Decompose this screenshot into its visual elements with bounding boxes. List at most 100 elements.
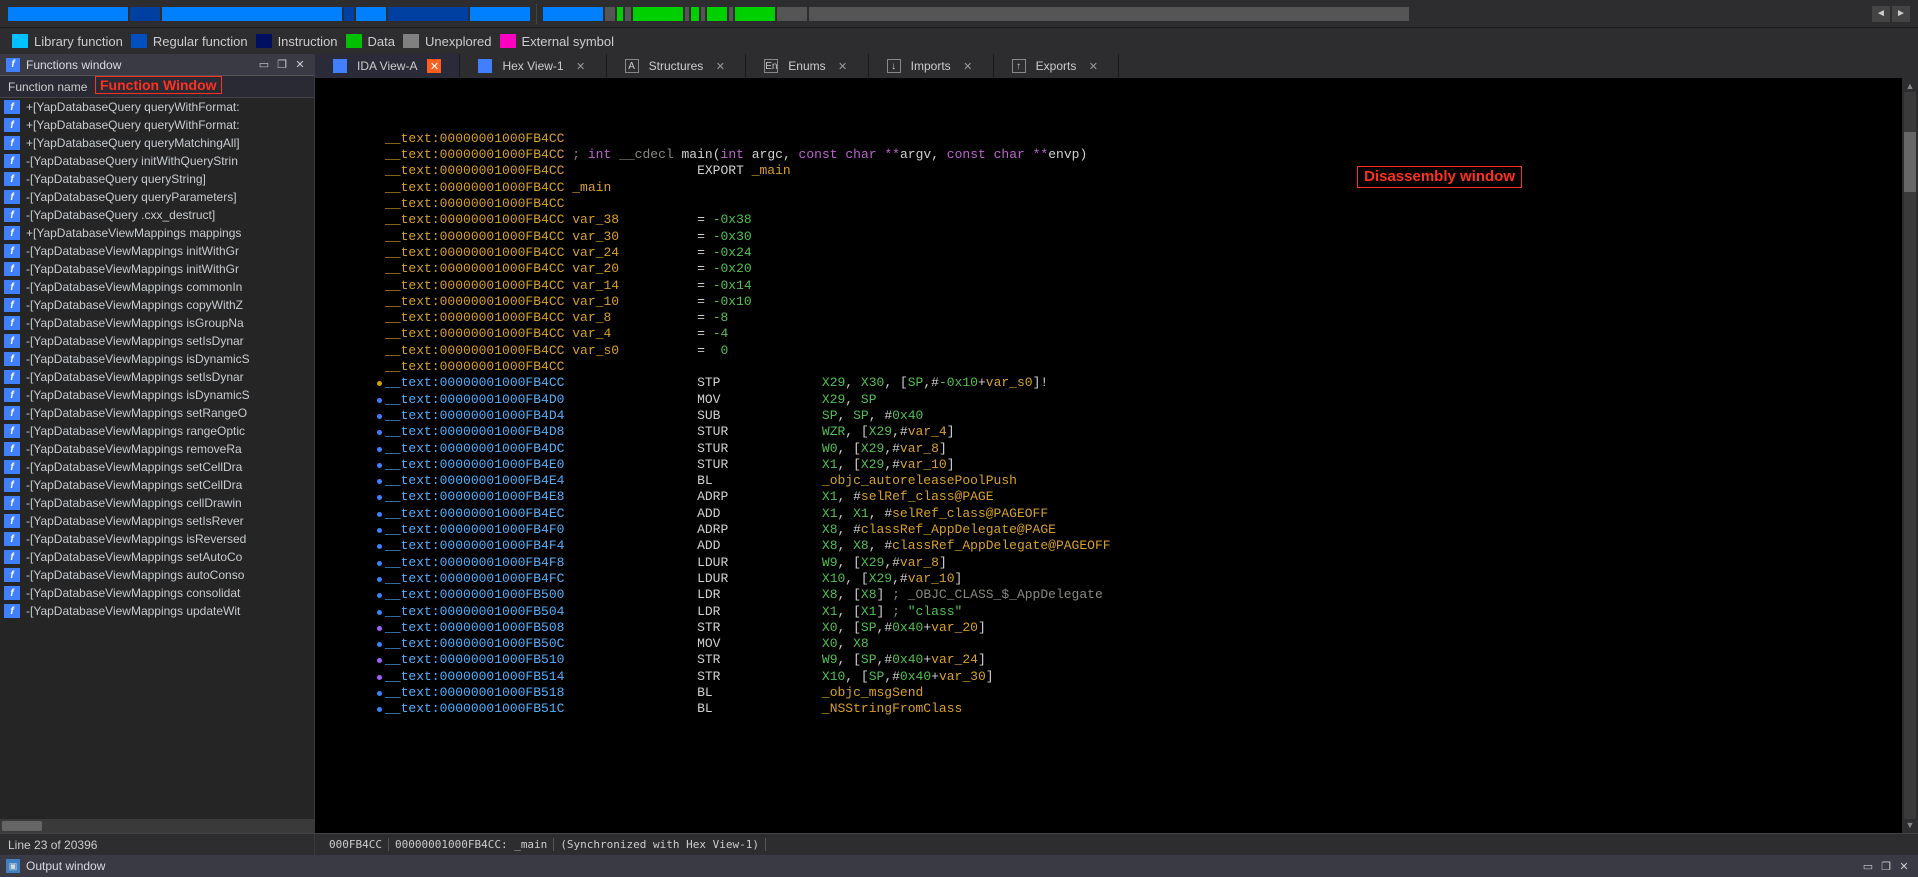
close-icon[interactable]: ✕ bbox=[713, 59, 727, 73]
function-row[interactable]: f-[YapDatabaseViewMappings removeRa bbox=[0, 440, 314, 458]
function-row[interactable]: f-[YapDatabaseViewMappings initWithGr bbox=[0, 242, 314, 260]
function-row[interactable]: f-[YapDatabaseViewMappings initWithGr bbox=[0, 260, 314, 278]
disasm-line[interactable]: __text:00000001000FB4CC var_8 = -8 bbox=[315, 310, 1902, 326]
disasm-line[interactable]: __text:00000001000FB4D8 STUR WZR, [X29,#… bbox=[315, 424, 1902, 440]
disasm-line[interactable]: __text:00000001000FB4CC var_20 = -0x20 bbox=[315, 261, 1902, 277]
tab-icon: En bbox=[764, 59, 778, 73]
close-icon[interactable]: ✕ bbox=[427, 59, 441, 73]
tab-icon bbox=[333, 59, 347, 73]
minimize-btn[interactable]: ▭ bbox=[256, 57, 272, 73]
disasm-line[interactable]: __text:00000001000FB4CC _main bbox=[315, 180, 1902, 196]
disasm-line[interactable]: __text:00000001000FB50C MOV X0, X8 bbox=[315, 636, 1902, 652]
function-row[interactable]: f-[YapDatabaseViewMappings isDynamicS bbox=[0, 386, 314, 404]
function-row[interactable]: f-[YapDatabaseViewMappings cellDrawin bbox=[0, 494, 314, 512]
close-icon[interactable]: ✕ bbox=[1086, 59, 1100, 73]
function-row[interactable]: f-[YapDatabaseViewMappings setIsDynar bbox=[0, 368, 314, 386]
disasm-line[interactable]: __text:00000001000FB4E4 BL _objc_autorel… bbox=[315, 473, 1902, 489]
function-row[interactable]: f-[YapDatabaseViewMappings setIsRever bbox=[0, 512, 314, 530]
disasm-line[interactable]: __text:00000001000FB4EC ADD X1, X1, #sel… bbox=[315, 506, 1902, 522]
disasm-line[interactable]: __text:00000001000FB4F4 ADD X8, X8, #cla… bbox=[315, 538, 1902, 554]
navigation-overview-bar[interactable]: ◄ ► bbox=[0, 0, 1918, 28]
restore-btn[interactable]: ❐ bbox=[274, 57, 290, 73]
function-row[interactable]: f-[YapDatabaseViewMappings setAutoCo bbox=[0, 548, 314, 566]
close-icon[interactable]: ✕ bbox=[574, 59, 588, 73]
disasm-line[interactable]: __text:00000001000FB4D4 SUB SP, SP, #0x4… bbox=[315, 408, 1902, 424]
vertical-scrollbar[interactable]: ▲ ▼ bbox=[1902, 78, 1918, 833]
disasm-line[interactable]: __text:00000001000FB4CC var_24 = -0x24 bbox=[315, 245, 1902, 261]
disasm-line[interactable]: __text:00000001000FB4CC var_s0 = 0 bbox=[315, 343, 1902, 359]
disasm-line[interactable]: __text:00000001000FB4CC EXPORT _main bbox=[315, 163, 1902, 179]
function-row[interactable]: f+[YapDatabaseQuery queryWithFormat: bbox=[0, 116, 314, 134]
disasm-line[interactable]: __text:00000001000FB4CC bbox=[315, 196, 1902, 212]
disasm-line[interactable]: __text:00000001000FB4D0 MOV X29, SP bbox=[315, 392, 1902, 408]
scroll-up-icon[interactable]: ▲ bbox=[1904, 80, 1916, 92]
disasm-line[interactable]: __text:00000001000FB4CC var_30 = -0x30 bbox=[315, 229, 1902, 245]
function-row[interactable]: f-[YapDatabaseViewMappings setRangeO bbox=[0, 404, 314, 422]
function-row[interactable]: f+[YapDatabaseQuery queryWithFormat: bbox=[0, 98, 314, 116]
tab-hex-view-1[interactable]: Hex View-1✕ bbox=[460, 54, 606, 78]
output-panel-header[interactable]: ▣ Output window ▭ ❐ ✕ bbox=[0, 855, 1918, 877]
disasm-line[interactable]: __text:00000001000FB514 STR X10, [SP,#0x… bbox=[315, 669, 1902, 685]
disasm-line[interactable]: __text:00000001000FB508 STR X0, [SP,#0x4… bbox=[315, 620, 1902, 636]
out-close-btn[interactable]: ✕ bbox=[1896, 858, 1912, 874]
disasm-line[interactable]: __text:00000001000FB4CC bbox=[315, 359, 1902, 375]
disasm-line[interactable]: __text:00000001000FB4CC var_38 = -0x38 bbox=[315, 212, 1902, 228]
function-row[interactable]: f-[YapDatabaseViewMappings commonIn bbox=[0, 278, 314, 296]
disasm-line[interactable]: __text:00000001000FB4CC STP X29, X30, [S… bbox=[315, 375, 1902, 391]
function-row[interactable]: f-[YapDatabaseViewMappings isReversed bbox=[0, 530, 314, 548]
function-row[interactable]: f+[YapDatabaseViewMappings mappings bbox=[0, 224, 314, 242]
disassembly-view[interactable]: Disassembly window __text:00000001000FB4… bbox=[315, 78, 1902, 833]
close-icon[interactable]: ✕ bbox=[836, 59, 850, 73]
functions-list[interactable]: f+[YapDatabaseQuery queryWithFormat:f+[Y… bbox=[0, 98, 314, 819]
function-row[interactable]: f-[YapDatabaseQuery initWithQueryStrin bbox=[0, 152, 314, 170]
close-btn[interactable]: ✕ bbox=[292, 57, 308, 73]
disasm-line[interactable]: __text:00000001000FB500 LDR X8, [X8] ; _… bbox=[315, 587, 1902, 603]
disasm-line[interactable]: __text:00000001000FB4E8 ADRP X1, #selRef… bbox=[315, 489, 1902, 505]
disasm-line[interactable]: __text:00000001000FB4CC ; int __cdecl ma… bbox=[315, 147, 1902, 163]
scroll-down-icon[interactable]: ▼ bbox=[1904, 819, 1916, 831]
disasm-line[interactable]: __text:00000001000FB51C BL _NSStringFrom… bbox=[315, 701, 1902, 717]
function-row[interactable]: f-[YapDatabaseViewMappings setCellDra bbox=[0, 458, 314, 476]
disasm-line[interactable]: __text:00000001000FB4CC bbox=[315, 131, 1902, 147]
function-row[interactable]: f+[YapDatabaseQuery queryMatchingAll] bbox=[0, 134, 314, 152]
disasm-line[interactable]: __text:00000001000FB4F0 ADRP X8, #classR… bbox=[315, 522, 1902, 538]
function-icon: f bbox=[4, 334, 20, 348]
disasm-line[interactable]: __text:00000001000FB4CC var_4 = -4 bbox=[315, 326, 1902, 342]
horizontal-scrollbar[interactable] bbox=[0, 819, 314, 833]
disasm-line[interactable]: __text:00000001000FB4CC var_14 = -0x14 bbox=[315, 278, 1902, 294]
functions-panel-header[interactable]: f Functions window ▭ ❐ ✕ bbox=[0, 54, 314, 76]
column-header[interactable]: Function name Function Window bbox=[0, 76, 314, 98]
tab-structures[interactable]: AStructures✕ bbox=[607, 54, 747, 78]
function-row[interactable]: f-[YapDatabaseViewMappings isDynamicS bbox=[0, 350, 314, 368]
disasm-line[interactable]: __text:00000001000FB504 LDR X1, [X1] ; "… bbox=[315, 604, 1902, 620]
tab-imports[interactable]: ↓Imports✕ bbox=[869, 54, 994, 78]
function-row[interactable]: f-[YapDatabaseQuery queryString] bbox=[0, 170, 314, 188]
function-row[interactable]: f-[YapDatabaseQuery .cxx_destruct] bbox=[0, 206, 314, 224]
function-row[interactable]: f-[YapDatabaseViewMappings copyWithZ bbox=[0, 296, 314, 314]
tab-ida-view-a[interactable]: IDA View-A✕ bbox=[315, 54, 460, 78]
tab-exports[interactable]: ↑Exports✕ bbox=[994, 54, 1120, 78]
function-row[interactable]: f-[YapDatabaseViewMappings autoConso bbox=[0, 566, 314, 584]
out-restore-btn[interactable]: ❐ bbox=[1878, 858, 1894, 874]
function-icon: f bbox=[4, 496, 20, 510]
nav-left-btn[interactable]: ◄ bbox=[1872, 6, 1890, 22]
disasm-line[interactable]: __text:00000001000FB4CC var_10 = -0x10 bbox=[315, 294, 1902, 310]
disasm-line[interactable]: __text:00000001000FB518 BL _objc_msgSend bbox=[315, 685, 1902, 701]
disasm-line[interactable]: __text:00000001000FB4F8 LDUR W9, [X29,#v… bbox=[315, 555, 1902, 571]
nav-right-btn[interactable]: ► bbox=[1892, 6, 1910, 22]
disasm-line[interactable]: __text:00000001000FB4FC LDUR X10, [X29,#… bbox=[315, 571, 1902, 587]
disasm-line[interactable]: __text:00000001000FB510 STR W9, [SP,#0x4… bbox=[315, 652, 1902, 668]
function-name: -[YapDatabaseViewMappings isGroupNa bbox=[26, 316, 244, 330]
function-row[interactable]: f-[YapDatabaseViewMappings isGroupNa bbox=[0, 314, 314, 332]
disasm-line[interactable]: __text:00000001000FB4DC STUR W0, [X29,#v… bbox=[315, 441, 1902, 457]
function-row[interactable]: f-[YapDatabaseViewMappings setIsDynar bbox=[0, 332, 314, 350]
function-row[interactable]: f-[YapDatabaseViewMappings setCellDra bbox=[0, 476, 314, 494]
function-row[interactable]: f-[YapDatabaseViewMappings rangeOptic bbox=[0, 422, 314, 440]
disasm-line[interactable]: __text:00000001000FB4E0 STUR X1, [X29,#v… bbox=[315, 457, 1902, 473]
function-row[interactable]: f-[YapDatabaseViewMappings updateWit bbox=[0, 602, 314, 620]
tab-enums[interactable]: EnEnums✕ bbox=[746, 54, 868, 78]
function-row[interactable]: f-[YapDatabaseQuery queryParameters] bbox=[0, 188, 314, 206]
out-minimize-btn[interactable]: ▭ bbox=[1860, 858, 1876, 874]
function-row[interactable]: f-[YapDatabaseViewMappings consolidat bbox=[0, 584, 314, 602]
close-icon[interactable]: ✕ bbox=[961, 59, 975, 73]
